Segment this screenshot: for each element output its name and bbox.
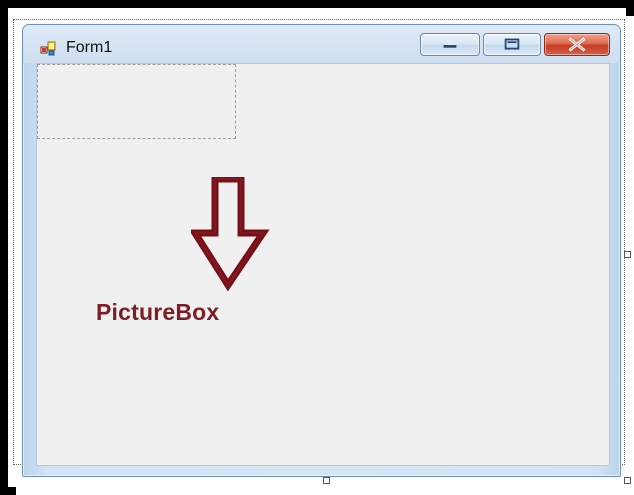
form-window[interactable]: Form1 PictureBox (22, 24, 621, 477)
down-arrow-icon (191, 177, 270, 292)
resize-handle-right[interactable] (624, 251, 631, 258)
form-client-area[interactable]: PictureBox (36, 63, 610, 466)
close-button[interactable] (544, 33, 610, 56)
close-icon (568, 37, 586, 52)
maximize-button[interactable] (483, 33, 541, 56)
maximize-icon (504, 38, 520, 50)
resize-handle-corner[interactable] (624, 477, 631, 484)
window-controls (420, 33, 610, 58)
window-title: Form1 (66, 39, 113, 56)
minimize-icon (443, 44, 457, 48)
form-app-icon (40, 41, 56, 56)
picturebox-label: PictureBox (96, 299, 220, 325)
minimize-button[interactable] (420, 33, 480, 56)
picturebox-control[interactable] (37, 64, 236, 139)
title-bar[interactable]: Form1 (23, 25, 620, 63)
resize-handle-bottom[interactable] (323, 477, 330, 484)
